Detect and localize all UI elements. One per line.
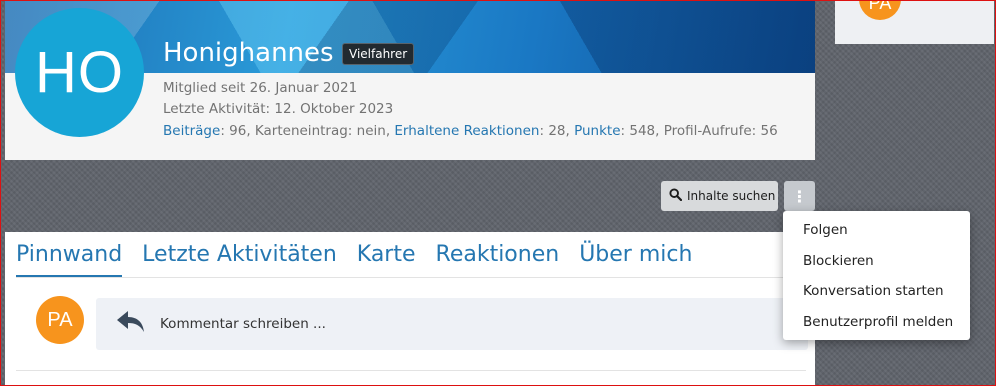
tab-karte[interactable]: Karte [357, 242, 416, 277]
current-user-avatar[interactable]: PA [36, 296, 84, 344]
profile-username[interactable]: Honighannes [163, 38, 334, 68]
search-content-button[interactable]: Inhalte suchen [661, 181, 778, 211]
profile-header-card: HO Honighannes Vielfahrer Mitglied seit … [5, 0, 815, 160]
vertical-dots-icon: ⋮ [791, 186, 808, 206]
tab-pinnwand[interactable]: Pinnwand [16, 242, 123, 277]
profile-avatar[interactable]: HO [15, 8, 144, 137]
points-link[interactable]: Punkte [574, 123, 620, 139]
sidebar-visitor-card: PA [835, 0, 994, 44]
tab-letzte-aktivitaeten[interactable]: Letzte Aktivitäten [142, 242, 337, 277]
reactions-value: : 28, [539, 123, 575, 139]
menu-item-follow[interactable]: Folgen [783, 215, 970, 246]
last-activity: Letzte Aktivität: 12. Oktober 2023 [163, 101, 394, 117]
tabs-divider [16, 277, 806, 278]
points-value: : 548, Profil-Aufrufe: 56 [620, 123, 778, 139]
search-icon [669, 188, 683, 204]
menu-item-start-conversation[interactable]: Konversation starten [783, 276, 970, 307]
profile-tabs: Pinnwand Letzte Aktivitäten Karte Reakti… [16, 242, 692, 277]
reactions-link[interactable]: Erhaltene Reaktionen [394, 123, 539, 139]
posts-value: : 96, Karteneintrag: nein, [220, 123, 395, 139]
profile-tabs-card: Pinnwand Letzte Aktivitäten Karte Reakti… [5, 232, 815, 386]
comment-placeholder: Kommentar schreiben ... [160, 316, 326, 332]
profile-stats: Beiträge: 96, Karteneintrag: nein, Erhal… [163, 123, 778, 139]
tab-reaktionen[interactable]: Reaktionen [436, 242, 560, 277]
user-title-badge: Vielfahrer [342, 43, 415, 65]
member-since: Mitglied seit 26. Januar 2021 [163, 80, 358, 96]
visitor-avatar[interactable]: PA [859, 0, 901, 20]
menu-item-block[interactable]: Blockieren [783, 246, 970, 277]
wall-divider [16, 370, 806, 371]
posts-link[interactable]: Beiträge [163, 123, 220, 139]
more-options-button[interactable]: ⋮ [784, 181, 815, 211]
more-options-menu: Folgen Blockieren Konversation starten B… [783, 211, 970, 340]
reply-arrow-icon [116, 309, 146, 339]
menu-item-report-profile[interactable]: Benutzerprofil melden [783, 307, 970, 338]
search-content-label: Inhalte suchen [687, 189, 776, 203]
comment-input[interactable]: Kommentar schreiben ... [96, 298, 808, 350]
tab-ueber-mich[interactable]: Über mich [579, 242, 692, 277]
